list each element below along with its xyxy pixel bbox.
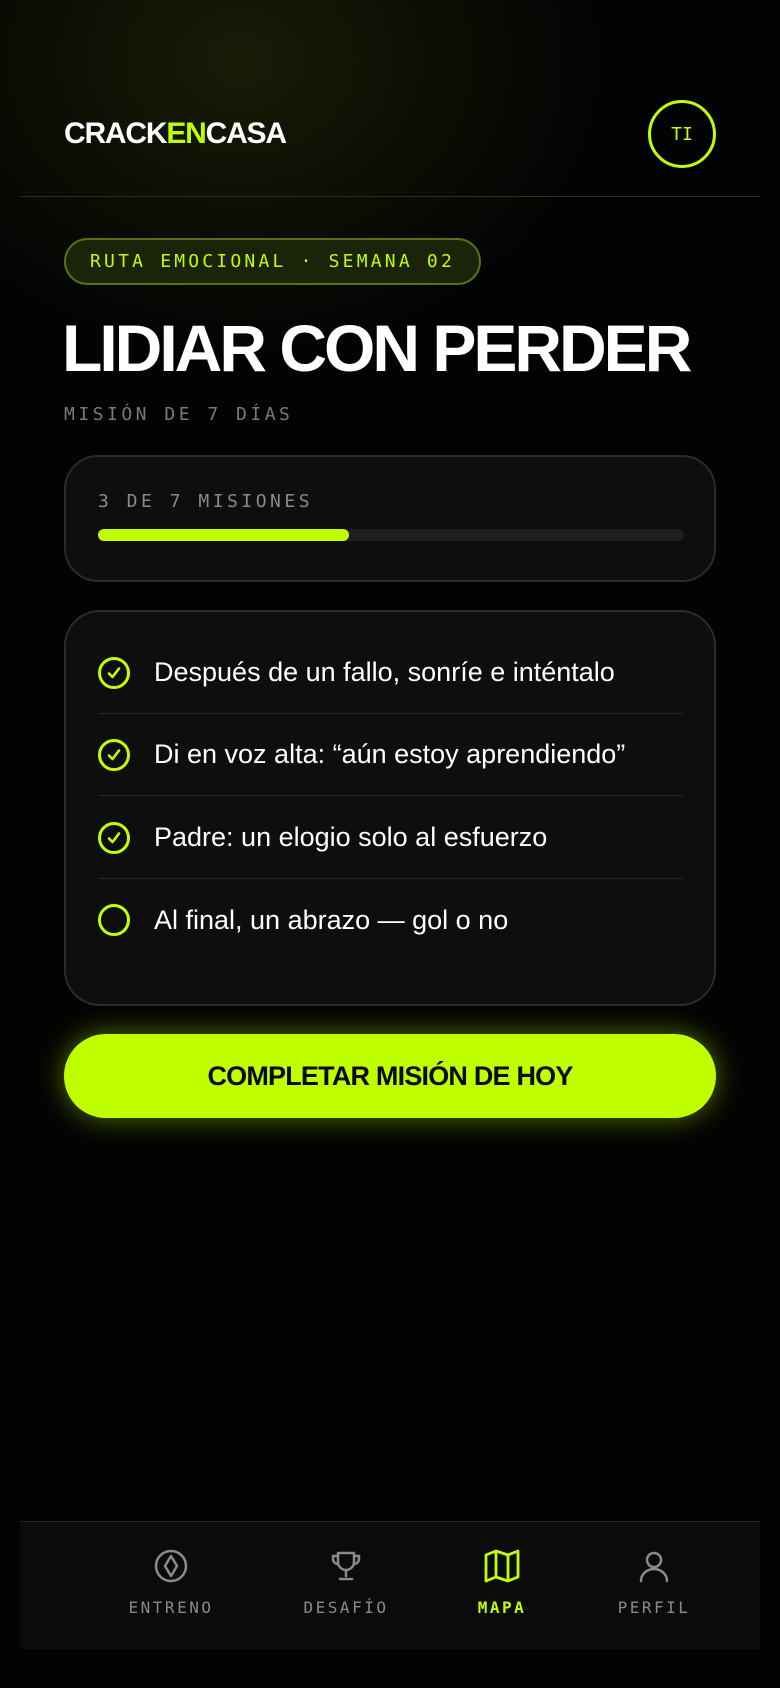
mission-text: Después de un fallo, sonríe e inténtalo	[154, 657, 615, 687]
mission-list: Después de un fallo, sonríe e inténtalo …	[64, 610, 716, 1006]
check-circle-icon[interactable]	[98, 821, 130, 854]
route-week-badge: RUTA EMOCIONAL · SEMANA 02	[64, 238, 481, 285]
page-title: LIDIAR CON PERDER	[62, 311, 692, 385]
user-icon	[634, 1546, 674, 1586]
nav-item-entreno[interactable]: ENTRENO	[111, 1546, 231, 1636]
app-header: CRACKENCASA TI	[20, 0, 760, 197]
mission-item[interactable]: Padre: un elogio solo al esfuerzo	[98, 797, 684, 879]
mission-text: Al final, un abrazo — gol o no	[154, 904, 509, 935]
nav-item-desafio[interactable]: DESAFÍO	[286, 1546, 406, 1636]
nav-label: DESAFÍO	[303, 1598, 389, 1617]
logo-part-casa: CASA	[205, 117, 287, 150]
mission-duration-label: MISIÓN DE 7 DÍAS	[64, 404, 294, 425]
nav-item-mapa[interactable]: MAPA	[442, 1546, 562, 1636]
avatar-initials: TI	[671, 123, 693, 145]
ball-icon	[151, 1546, 191, 1586]
nav-label: ENTRENO	[128, 1598, 214, 1617]
mission-item[interactable]: Di en voz alta: “aún estoy aprendiendo”	[98, 714, 684, 796]
mission-item[interactable]: Después de un fallo, sonríe e inténtalo	[98, 632, 684, 714]
app-frame: CRACKENCASA TI RUTA EMOCIONAL · SEMANA 0…	[20, 0, 760, 1688]
nav-label: PERFIL	[617, 1598, 691, 1617]
brand-logo[interactable]: CRACKENCASA	[64, 114, 287, 154]
progress-bar	[98, 529, 684, 541]
mission-text: Padre: un elogio solo al esfuerzo	[154, 822, 548, 852]
map-icon	[482, 1546, 522, 1586]
mission-text: Di en voz alta: “aún estoy aprendiendo”	[154, 739, 626, 769]
progress-bar-fill	[98, 529, 350, 541]
logo-part-en: EN	[166, 117, 206, 150]
mission-item[interactable]: Al final, un abrazo — gol o no	[98, 879, 684, 961]
progress-card: 3 DE 7 MISIONES	[64, 455, 716, 582]
progress-label: 3 DE 7 MISIONES	[98, 491, 314, 512]
nav-item-perfil[interactable]: PERFIL	[594, 1546, 714, 1636]
check-circle-icon[interactable]	[98, 656, 130, 689]
nav-label: MAPA	[477, 1598, 527, 1617]
empty-circle-icon[interactable]	[98, 904, 130, 936]
logo-part-crack: CRACK	[64, 117, 168, 150]
avatar-button[interactable]: TI	[648, 100, 716, 168]
complete-mission-button[interactable]: COMPLETAR MISIÓN DE HOY	[64, 1034, 716, 1118]
bottom-nav: ENTRENO DESAFÍO MAPA PERFIL	[20, 1521, 760, 1649]
check-circle-icon[interactable]	[98, 738, 130, 771]
trophy-icon	[326, 1546, 366, 1586]
